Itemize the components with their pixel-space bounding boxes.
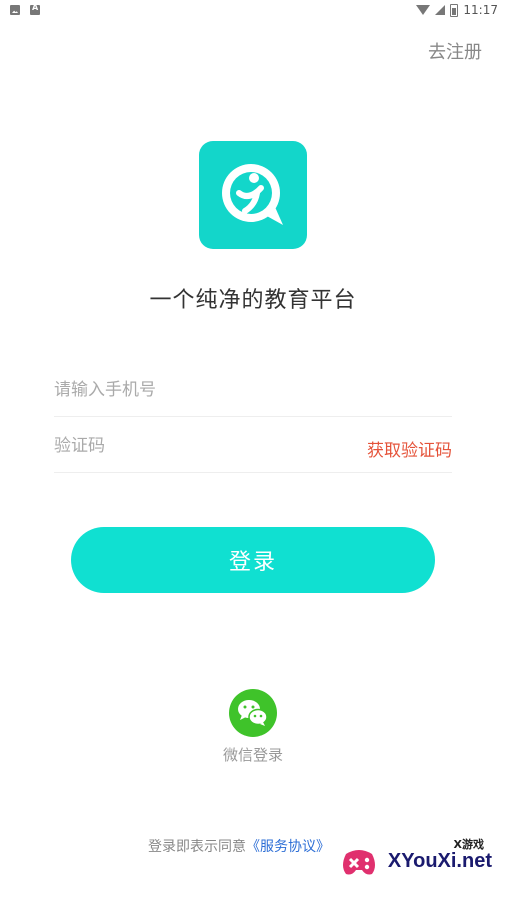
wechat-login-label: 微信登录 <box>222 746 283 764</box>
site-watermark: X游戏 XYouXi.net <box>336 836 498 892</box>
phone-input[interactable] <box>54 378 314 402</box>
notification-icons <box>10 3 40 15</box>
app-logo <box>199 141 307 249</box>
battery-icon <box>450 3 459 17</box>
get-code-button[interactable]: 获取验证码 <box>367 436 452 461</box>
login-button[interactable]: 登录 <box>71 527 435 593</box>
wechat-icon <box>238 700 268 726</box>
gamepad-logo-icon <box>343 850 375 875</box>
signal-icon <box>435 5 446 15</box>
app-logo-icon <box>222 164 283 225</box>
agreement-prefix: 登录即表示同意 <box>148 839 246 855</box>
system-status: 11:17 <box>416 3 498 17</box>
code-input[interactable] <box>54 434 314 458</box>
wifi-icon <box>416 5 431 15</box>
service-agreement-link[interactable]: 《服务协议》 <box>246 839 330 855</box>
slogan: 一个纯净的教育平台 <box>149 288 357 313</box>
wechat-login-button[interactable] <box>229 689 277 737</box>
clock: 11:17 <box>463 3 498 17</box>
image-notification-icon <box>10 5 20 15</box>
watermark-site: XYouXi.net <box>387 850 492 872</box>
app-notification-icon <box>30 3 40 15</box>
register-link[interactable]: 去注册 <box>428 38 482 64</box>
agreement-text: 登录即表示同意《服务协议》 <box>148 836 330 856</box>
phone-field <box>54 362 452 417</box>
code-field: 获取验证码 <box>54 418 452 473</box>
status-bar: 11:17 <box>0 0 506 22</box>
